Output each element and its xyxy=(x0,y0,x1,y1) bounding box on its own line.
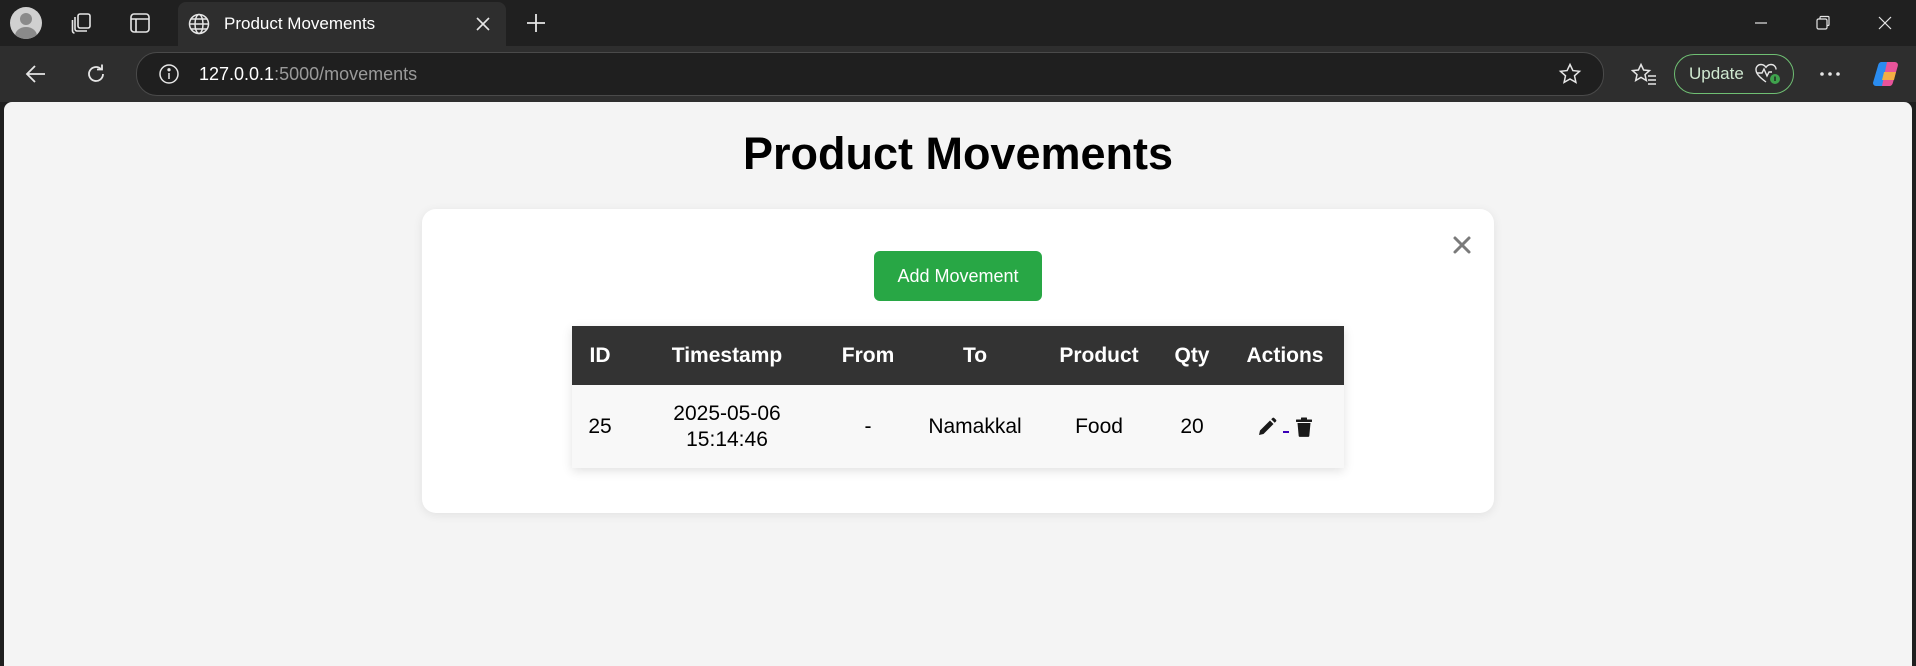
refresh-icon[interactable] xyxy=(78,56,114,92)
more-icon[interactable] xyxy=(1812,56,1848,92)
favorites-icon[interactable] xyxy=(1626,56,1662,92)
globe-icon xyxy=(186,11,212,37)
header-from: From xyxy=(826,326,910,385)
workspaces-icon[interactable] xyxy=(66,7,98,39)
table-row: 25 2025-05-06 15:14:46 - Namakkal Food 2… xyxy=(572,385,1344,468)
url-text[interactable]: 127.0.0.1:5000/movements xyxy=(199,64,417,85)
header-to: To xyxy=(910,326,1040,385)
cell-timestamp: 2025-05-06 15:14:46 xyxy=(628,385,826,468)
back-icon[interactable] xyxy=(18,56,54,92)
page-title: Product Movements xyxy=(742,128,1174,179)
minimize-icon[interactable] xyxy=(1730,0,1792,46)
action-separator-link[interactable] xyxy=(1283,431,1289,433)
page-viewport: Product Movements Add Movement ID Timest… xyxy=(4,102,1912,666)
window-close-icon[interactable] xyxy=(1854,0,1916,46)
table-header-row: ID Timestamp From To Product Qty Actions xyxy=(572,326,1344,385)
heart-pulse-icon xyxy=(1754,62,1782,86)
header-id: ID xyxy=(572,326,628,385)
cell-product: Food xyxy=(1040,385,1158,468)
restore-icon[interactable] xyxy=(1792,0,1854,46)
trash-icon[interactable] xyxy=(1295,417,1313,437)
update-label: Update xyxy=(1689,64,1744,83)
cell-from: - xyxy=(826,385,910,468)
plus-icon[interactable] xyxy=(520,7,552,39)
cell-timestamp-date: 2025-05-06 xyxy=(673,401,781,425)
info-icon[interactable] xyxy=(157,62,181,86)
header-actions: Actions xyxy=(1226,326,1344,385)
address-bar[interactable]: 127.0.0.1:5000/movements xyxy=(136,52,1604,96)
close-icon[interactable] xyxy=(1444,227,1480,263)
header-product: Product xyxy=(1040,326,1158,385)
tab-title: Product Movements xyxy=(224,14,376,33)
cell-to: Namakkal xyxy=(910,385,1040,468)
update-button[interactable]: Update xyxy=(1674,54,1794,94)
cell-qty: 20 xyxy=(1158,385,1226,468)
header-timestamp: Timestamp xyxy=(628,326,826,385)
add-movement-button[interactable]: Add Movement xyxy=(874,251,1042,301)
url-path: :5000/movements xyxy=(274,63,418,84)
copilot-icon[interactable] xyxy=(1870,56,1906,92)
profile-avatar-icon[interactable] xyxy=(10,7,42,39)
tab-actions-icon[interactable] xyxy=(124,7,156,39)
address-bar-row: 127.0.0.1:5000/movements Update xyxy=(0,46,1916,102)
edit-icon[interactable] xyxy=(1257,417,1277,437)
url-host: 127.0.0.1 xyxy=(199,63,275,84)
star-icon[interactable] xyxy=(1557,61,1583,87)
movements-table: ID Timestamp From To Product Qty Actions… xyxy=(572,326,1344,468)
cell-actions xyxy=(1226,385,1344,468)
header-qty: Qty xyxy=(1158,326,1226,385)
cell-timestamp-time: 15:14:46 xyxy=(686,427,768,451)
movements-card: Add Movement ID Timestamp From To Produc… xyxy=(422,209,1494,513)
tab-strip: Product Movements xyxy=(0,0,1916,46)
active-tab[interactable]: Product Movements xyxy=(178,2,506,46)
cell-id: 25 xyxy=(572,385,628,468)
close-icon[interactable] xyxy=(468,9,498,39)
